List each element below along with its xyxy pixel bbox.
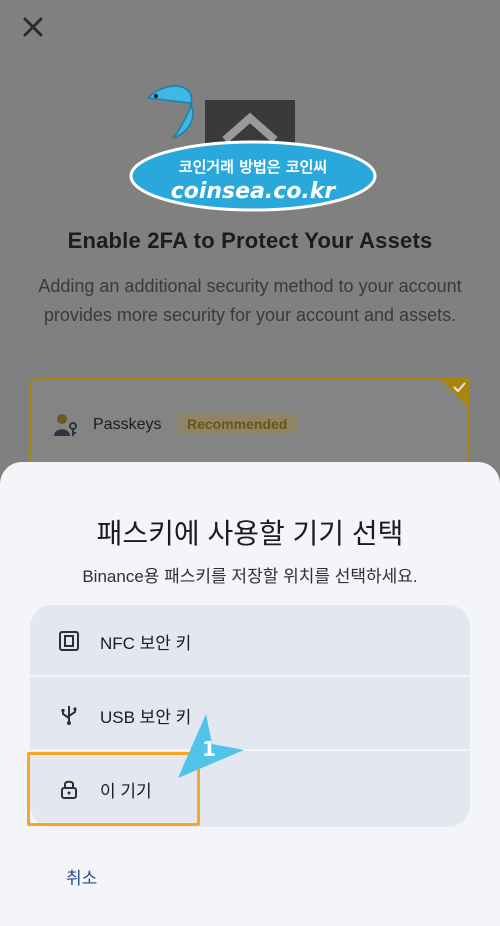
svg-text:코인거래 방법은 코인씨: 코인거래 방법은 코인씨	[179, 158, 327, 176]
recommended-badge: Recommended	[177, 414, 298, 434]
step-pointer-arrow-icon: 1	[178, 714, 244, 778]
nfc-icon	[59, 631, 79, 651]
option-label: NFC 보안 키	[100, 634, 192, 653]
svg-text:coinsea.co.kr: coinsea.co.kr	[171, 179, 337, 204]
sheet-title: 패스키에 사용할 기기 선택	[96, 518, 404, 549]
coinsea-watermark-logo: 코인거래 방법은 코인씨 coinsea.co.kr	[129, 85, 377, 212]
usb-icon	[61, 706, 77, 725]
step-highlight-box	[27, 752, 200, 826]
svg-text:1: 1	[202, 737, 216, 761]
passkeys-label: Passkeys	[93, 416, 162, 433]
option-nfc-security-key[interactable]: NFC 보안 키	[30, 605, 470, 677]
sheet-subtitle: Binance용 패스키를 저장할 위치를 선택하세요.	[82, 567, 418, 586]
passkey-icon	[54, 414, 77, 436]
page-title: Enable 2FA to Protect Your Assets	[67, 228, 433, 253]
close-icon[interactable]	[20, 14, 46, 40]
option-usb-security-key[interactable]: USB 보안 키	[30, 679, 470, 751]
page-description: Adding an additional security method to …	[38, 276, 462, 325]
passkey-device-bottom-sheet: 패스키에 사용할 기기 선택 Binance용 패스키를 저장할 위치를 선택하…	[0, 462, 500, 926]
cancel-button[interactable]: 취소	[66, 864, 97, 889]
selected-check-icon	[439, 378, 469, 408]
